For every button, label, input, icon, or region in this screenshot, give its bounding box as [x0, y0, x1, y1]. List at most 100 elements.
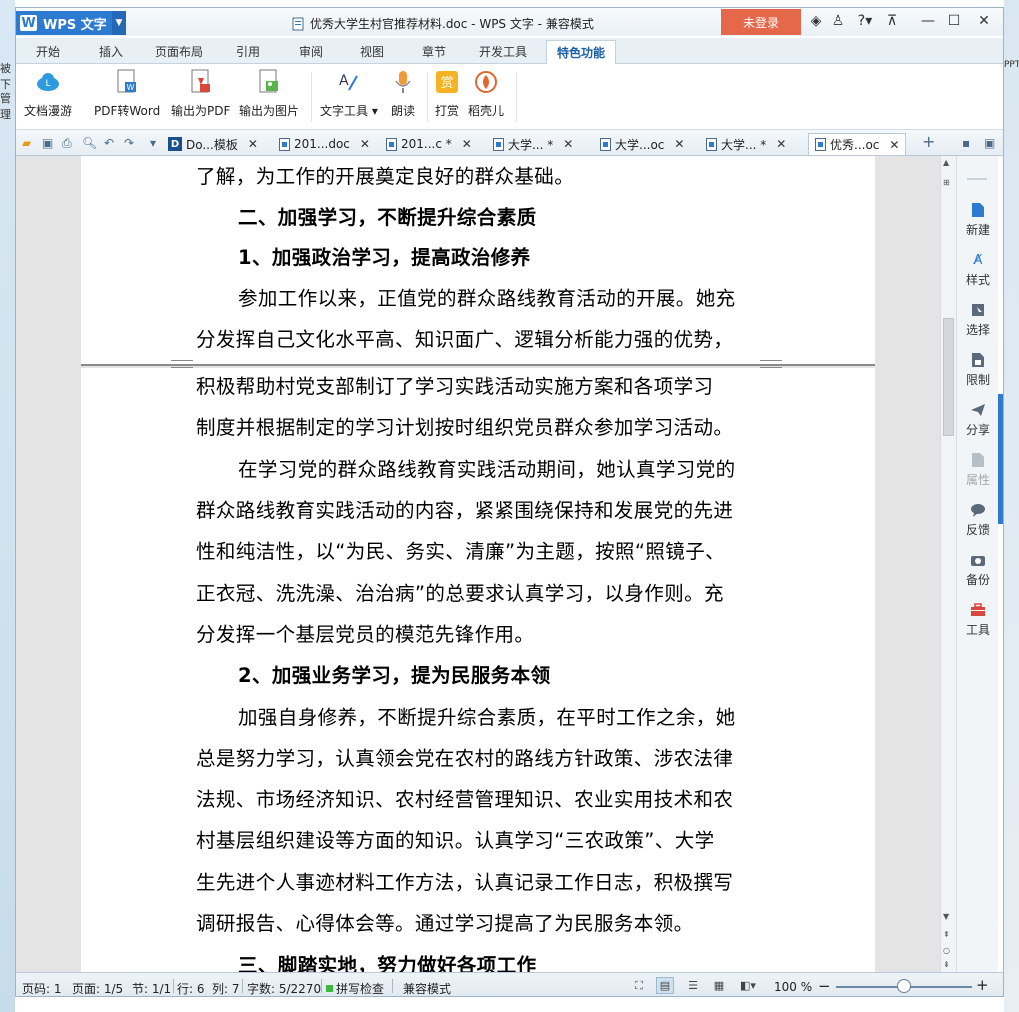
- export-pdf-button[interactable]: 输出为PDF: [171, 68, 230, 119]
- doc-tab[interactable]: D Do...模板 ✕: [168, 133, 258, 155]
- reading-mode-icon[interactable]: ◧▾: [734, 977, 762, 994]
- browse-object-icon[interactable]: ○: [943, 946, 950, 955]
- text-tools-button[interactable]: A 文字工具 ▾: [320, 68, 378, 119]
- ribbon-label: 文字工具 ▾: [320, 104, 378, 118]
- previous-page-icon[interactable]: ⇞: [943, 930, 950, 939]
- scroll-down-icon[interactable]: ▼: [943, 912, 949, 921]
- panel-properties-button[interactable]: 属性: [957, 452, 999, 488]
- panel-tools-button[interactable]: 工具: [957, 602, 999, 638]
- minimize-icon[interactable]: —: [918, 13, 938, 29]
- open-folder-icon[interactable]: ▰: [22, 136, 31, 150]
- zoom-slider-thumb[interactable]: [897, 979, 911, 993]
- read-aloud-button[interactable]: 朗读: [389, 68, 417, 119]
- page-view-icon[interactable]: ▤: [656, 977, 674, 994]
- share-plane-icon: [970, 402, 986, 418]
- document-page[interactable]: 了解，为工作的开展奠定良好的群众基础。 二、加强学习，不断提升综合素质 1、加强…: [81, 156, 875, 364]
- export-image-button[interactable]: 输出为图片: [239, 68, 299, 119]
- panel-feedback-button[interactable]: 反馈: [957, 502, 999, 538]
- reward-button[interactable]: 赏 打赏: [433, 68, 461, 119]
- chevron-down-icon[interactable]: ▼: [112, 11, 126, 35]
- scrollbar-thumb[interactable]: [943, 318, 954, 436]
- web-view-icon[interactable]: ▦: [710, 977, 728, 994]
- zoom-out-icon[interactable]: −: [818, 977, 831, 995]
- undo-icon[interactable]: ↶: [104, 136, 114, 150]
- ribbon-tabs: 开始 插入 页面布局 引用 审阅 视图 章节 开发工具 特色功能: [16, 38, 1003, 64]
- tab-review[interactable]: 审阅: [299, 43, 323, 60]
- skin-icon[interactable]: ◈: [806, 13, 826, 29]
- close-tab-icon[interactable]: ✕: [776, 137, 786, 151]
- tab-page-layout[interactable]: 页面布局: [155, 43, 203, 60]
- close-tab-icon[interactable]: ✕: [889, 138, 899, 152]
- app-menu-button[interactable]: W WPS 文字 ▼: [16, 11, 126, 35]
- doc-tab[interactable]: 201...doc ✕: [279, 133, 370, 155]
- redo-icon[interactable]: ↷: [124, 136, 134, 150]
- pdf-to-word-button[interactable]: W PDF转Word: [94, 68, 160, 119]
- close-tab-icon[interactable]: ✕: [248, 137, 258, 151]
- background-text: 被下: [0, 62, 11, 91]
- cloud-icon: L: [34, 68, 62, 96]
- tab-insert[interactable]: 插入: [99, 43, 123, 60]
- panel-label: 备份: [965, 573, 990, 587]
- panel-style-button[interactable]: A̸ 样式: [957, 252, 999, 288]
- svg-text:L: L: [45, 79, 50, 89]
- doc-tab[interactable]: 大学... * ✕: [493, 133, 573, 155]
- doc-tab[interactable]: 大学... * ✕: [706, 133, 786, 155]
- tab-references[interactable]: 引用: [236, 43, 260, 60]
- tab-menu-icon[interactable]: ▣: [984, 136, 995, 150]
- status-word-count[interactable]: 字数: 5/2270: [247, 980, 321, 996]
- panel-new-button[interactable]: 新建: [957, 202, 999, 238]
- quick-access-dropdown-icon[interactable]: ▾: [150, 136, 156, 150]
- tab-chapter[interactable]: 章节: [422, 43, 446, 60]
- tab-developer[interactable]: 开发工具: [479, 43, 527, 60]
- shirt-icon[interactable]: ♙: [828, 13, 848, 29]
- subsection-heading: 1、加强政治学习，提高政治修养: [238, 246, 531, 269]
- panel-label: 新建: [965, 223, 990, 237]
- close-icon[interactable]: ✕: [974, 13, 994, 29]
- scroll-top-icon[interactable]: ▲: [943, 158, 949, 167]
- save-icon[interactable]: ▣: [42, 136, 53, 150]
- panel-restrict-button[interactable]: 限制: [957, 352, 999, 388]
- chat-bubble-icon: [970, 502, 986, 518]
- export-image-icon: [255, 68, 283, 96]
- close-tab-icon[interactable]: ✕: [462, 137, 472, 151]
- close-tab-icon[interactable]: ✕: [674, 137, 684, 151]
- docer-button[interactable]: 稻壳儿: [468, 68, 504, 119]
- print-preview-icon[interactable]: 🔍︎: [82, 136, 97, 150]
- full-screen-view-icon[interactable]: ⛶: [630, 977, 648, 994]
- tab-view[interactable]: 视图: [360, 43, 384, 60]
- print-icon[interactable]: ⎙: [62, 136, 72, 151]
- close-tab-icon[interactable]: ✕: [563, 137, 573, 151]
- panel-share-button[interactable]: 分享: [957, 402, 999, 438]
- doc-tab[interactable]: 201...c * ✕: [386, 133, 472, 155]
- outline-view-icon[interactable]: ☰: [684, 977, 702, 994]
- tab-special-features[interactable]: 特色功能: [546, 40, 617, 64]
- login-button[interactable]: 未登录: [721, 9, 801, 35]
- vertical-scrollbar[interactable]: ▲ ⊞ ▼ ⇞ ○ ⇟: [940, 156, 956, 972]
- panel-select-button[interactable]: 选择: [957, 302, 999, 338]
- doc-tab-active[interactable]: 优秀...oc ✕: [808, 133, 907, 155]
- text-tools-icon: A: [335, 68, 363, 96]
- new-tab-icon[interactable]: +: [922, 132, 935, 151]
- close-tab-icon[interactable]: ✕: [360, 137, 370, 151]
- document-icon: [706, 137, 717, 151]
- spell-check-toggle[interactable]: 拼写检查: [326, 980, 384, 996]
- document-roaming-button[interactable]: L 文档漫游: [24, 68, 72, 119]
- collapse-ribbon-icon[interactable]: ⊼: [882, 13, 902, 29]
- tab-list-icon[interactable]: ▪: [962, 136, 970, 150]
- tab-home[interactable]: 开始: [36, 43, 60, 60]
- next-page-icon[interactable]: ⇟: [943, 960, 950, 969]
- zoom-in-icon[interactable]: +: [976, 976, 989, 994]
- panel-collapse-handle[interactable]: [998, 394, 1003, 524]
- document-canvas[interactable]: 了解，为工作的开展奠定良好的群众基础。 二、加强学习，不断提升综合素质 1、加强…: [16, 156, 940, 972]
- scroll-page-up-icon[interactable]: ⊞: [943, 178, 950, 187]
- document-page[interactable]: 积极帮助村党支部制订了学习实践活动实施方案和各项学习 制度并根据制定的学习计划按…: [81, 368, 875, 972]
- doc-tab[interactable]: 大学...oc ✕: [600, 133, 684, 155]
- status-page[interactable]: 页面: 1/5: [72, 980, 123, 996]
- panel-backup-button[interactable]: 备份: [957, 552, 999, 588]
- help-icon[interactable]: ?▾: [852, 13, 878, 29]
- status-compat-mode: 兼容模式: [403, 982, 452, 996]
- maximize-icon[interactable]: ☐: [944, 13, 964, 29]
- zoom-level[interactable]: 100 %: [774, 980, 812, 994]
- doc-tab-label: 大学...oc: [615, 137, 665, 152]
- window-title: 优秀大学生村官推荐材料.doc - WPS 文字 - 兼容模式: [292, 15, 594, 32]
